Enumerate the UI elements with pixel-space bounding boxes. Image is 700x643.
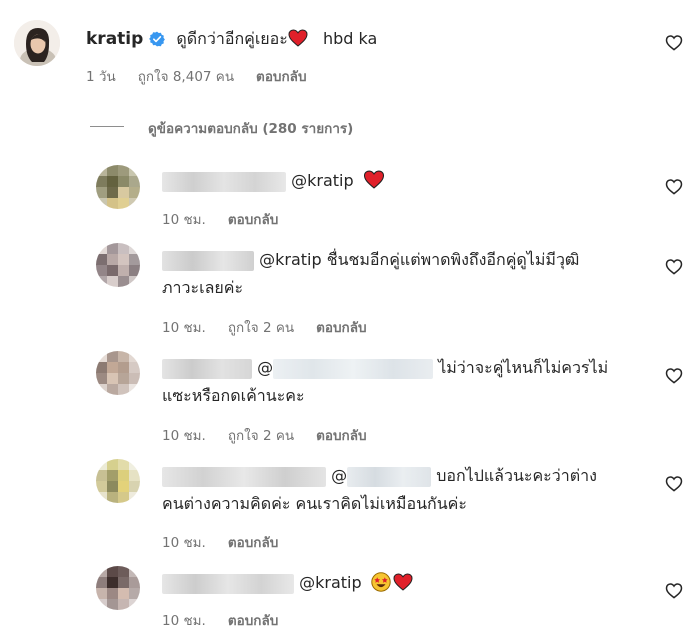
divider-line (90, 126, 124, 127)
comment-meta: 1 วัน ถูกใจ 8,407 คน ตอบกลับ (86, 65, 329, 87)
redacted-mention (347, 466, 432, 487)
reply-button[interactable]: ตอบกลับ (228, 613, 278, 629)
reply-text: บอกไปแล้วนะคะว่าต่าง (436, 466, 597, 485)
reply-button[interactable]: ตอบกลับ (228, 535, 278, 551)
redacted-username (162, 250, 254, 271)
reply-line: @ ไม่ว่าจะคู่ไหนก็ไม่ควรไม่ (162, 355, 608, 381)
view-replies-button[interactable]: ดูข้อความตอบกลับ (280 รายการ) (148, 117, 353, 139)
mention-link[interactable]: @kratip (291, 171, 354, 190)
like-count[interactable]: ถูกใจ 2 คน (228, 320, 294, 336)
avatar[interactable] (96, 566, 140, 610)
mention-link[interactable]: @ (331, 466, 347, 485)
reply-time[interactable]: 10 ชม. (162, 613, 206, 629)
heart-outline-icon[interactable] (665, 258, 685, 278)
reply-text-line2: คนต่างความคิดค่ะ คนเราคิดไม่เหมือนกันค่ะ (162, 494, 467, 513)
red-heart-emoji-icon (288, 29, 308, 51)
red-heart-emoji-icon (393, 573, 413, 599)
reply-meta: 10 ชม. ถูกใจ 2 คน ตอบกลับ (162, 316, 389, 338)
reply-button[interactable]: ตอบกลับ (228, 212, 278, 228)
verified-badge-icon (149, 31, 166, 51)
heart-outline-icon[interactable] (665, 367, 685, 387)
reply-meta: 10 ชม. ถูกใจ 2 คน ตอบกลับ (162, 424, 389, 446)
heart-outline-icon[interactable] (665, 582, 685, 602)
mention-link[interactable]: @ (257, 358, 273, 377)
reply-line: @kratip (162, 168, 385, 197)
reply-text-line2: ภาวะเลยค่ะ (162, 278, 244, 297)
redacted-username (162, 358, 252, 379)
reply-button[interactable]: ตอบกลับ (256, 69, 306, 85)
mention-link[interactable]: @kratip (259, 250, 322, 269)
redacted-mention (273, 358, 434, 379)
comment-text: ดูดีกว่าอีกคู่เยอะ (176, 29, 288, 48)
avatar[interactable] (96, 459, 140, 503)
reply-line: @kratip (162, 570, 413, 600)
reply-line: @kratip ชื่นชมอีกคู่แต่พาดพิงถึงอีกคู่ดู… (162, 247, 579, 273)
reply-time[interactable]: 10 ชม. (162, 428, 206, 444)
heart-outline-icon[interactable] (665, 34, 685, 54)
reply-button[interactable]: ตอบกลับ (316, 428, 366, 444)
mention-link[interactable]: @kratip (299, 573, 362, 592)
reply-meta: 10 ชม. ตอบกลับ (162, 531, 300, 553)
like-count[interactable]: ถูกใจ 2 คน (228, 428, 294, 444)
red-heart-emoji-icon (363, 170, 385, 197)
reply-time[interactable]: 10 ชม. (162, 535, 206, 551)
avatar[interactable] (96, 165, 140, 209)
reply-meta: 10 ชม. ตอบกลับ (162, 609, 300, 631)
avatar[interactable] (96, 351, 140, 395)
heart-outline-icon[interactable] (665, 475, 685, 495)
redacted-username (162, 573, 294, 594)
redacted-username (162, 466, 326, 487)
star-struck-emoji-icon (371, 572, 391, 600)
reply-line: @ บอกไปแล้วนะคะว่าต่าง (162, 463, 597, 489)
avatar[interactable] (96, 243, 140, 287)
reply-text: ไม่ว่าจะคู่ไหนก็ไม่ควรไม่ (438, 358, 609, 377)
reply-time[interactable]: 10 ชม. (162, 320, 206, 336)
profile-photo-icon (14, 20, 60, 66)
avatar[interactable] (14, 20, 60, 66)
reply-text-line2: แซะหรือกดเค้านะคะ (162, 386, 305, 405)
main-comment-line: kratip ดูดีกว่าอีกคู่เยอะ hbd ka (86, 27, 377, 52)
reply-meta: 10 ชม. ตอบกลับ (162, 208, 300, 230)
like-count[interactable]: ถูกใจ 8,407 คน (138, 69, 234, 85)
reply-text: ชื่นชมอีกคู่แต่พาดพิงถึงอีกคู่ดูไม่มีวุฒ… (326, 250, 580, 269)
reply-time[interactable]: 10 ชม. (162, 212, 206, 228)
reply-button[interactable]: ตอบกลับ (316, 320, 366, 336)
heart-outline-icon[interactable] (665, 178, 685, 198)
comment-text-after: hbd ka (322, 29, 378, 48)
comment-username[interactable]: kratip (86, 29, 143, 49)
redacted-username (162, 171, 286, 192)
comment-time[interactable]: 1 วัน (86, 69, 116, 85)
